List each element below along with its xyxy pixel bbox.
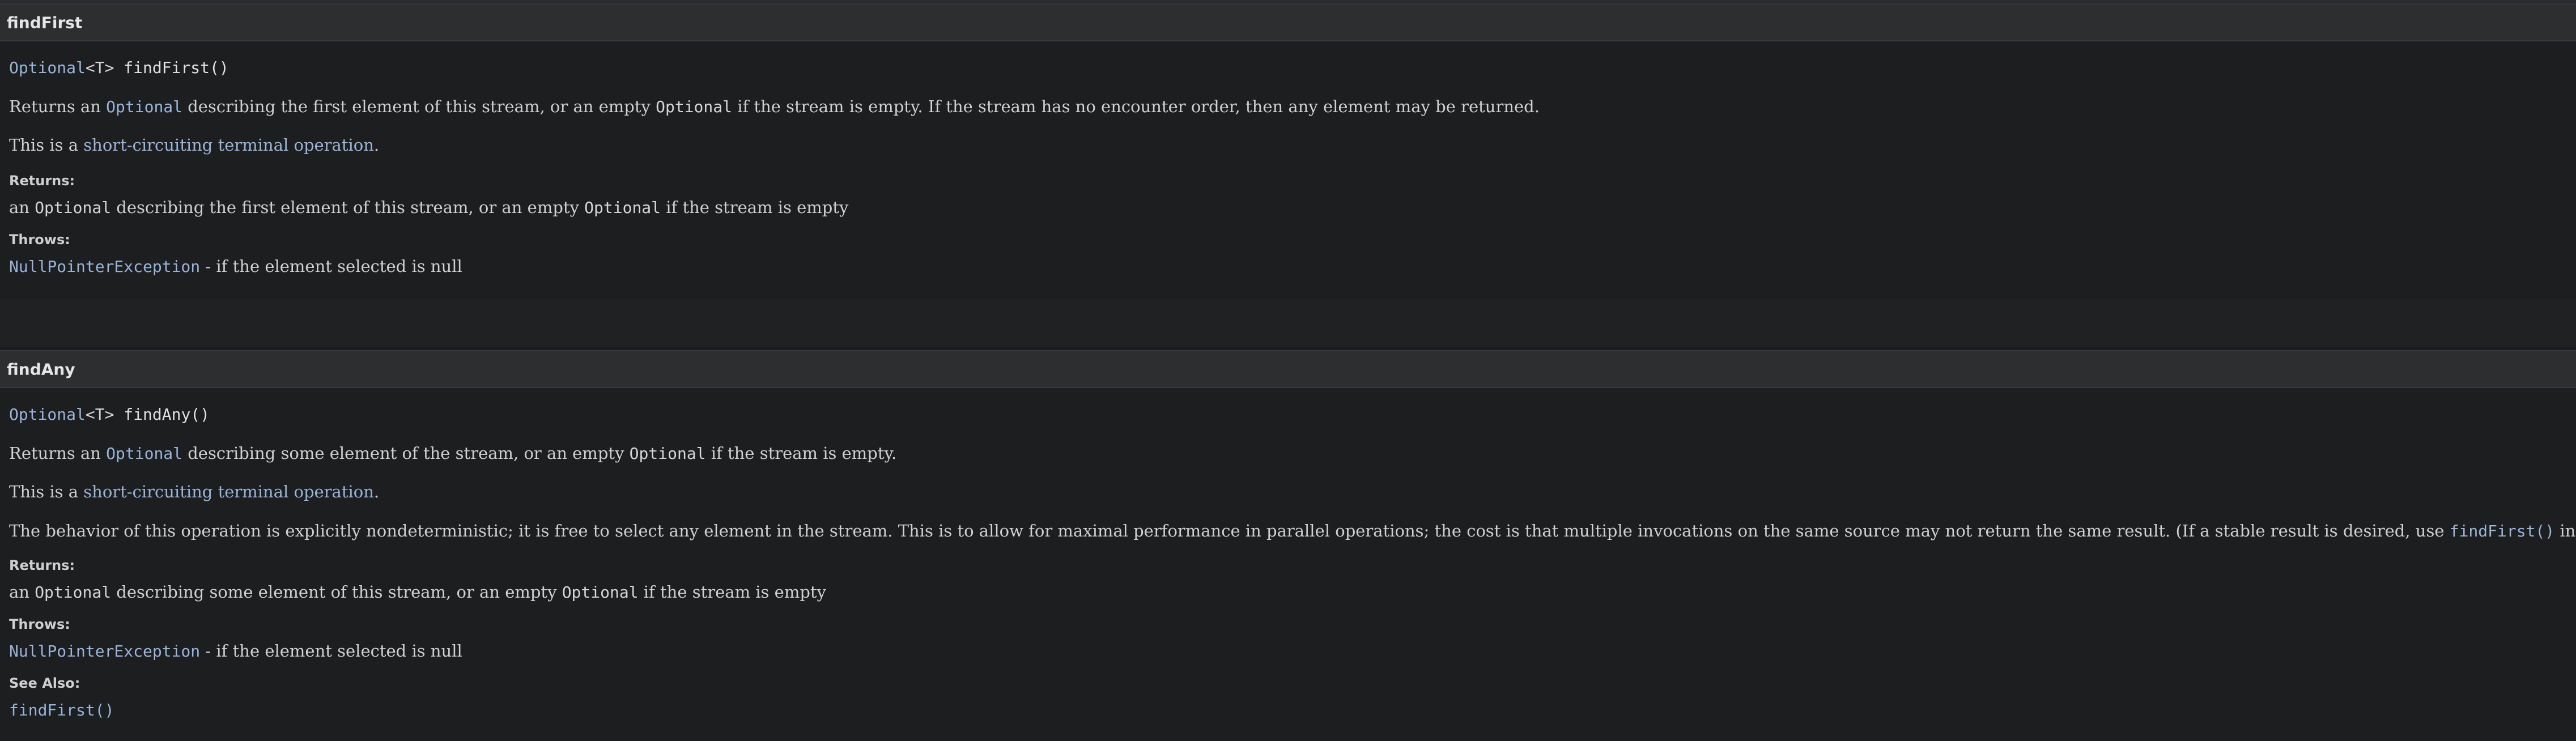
optional-code: Optional [629,444,706,463]
throws-text: - if the element selected is null [200,257,462,276]
returns-label: Returns: [9,557,75,573]
note-text: This is a [9,482,84,501]
throws-label: Throws: [9,616,70,632]
note-text: This is a [9,135,84,155]
throws-label: Throws: [9,232,70,248]
returns-text: an [9,582,35,602]
behavior-note: The behavior of this operation is explic… [9,519,2576,543]
nullpointerexception-link[interactable]: NullPointerException [9,642,200,661]
top-rule [0,0,2576,3]
see-also-findfirst-link[interactable]: findFirst() [9,701,114,719]
optional-code: Optional [35,198,112,217]
optional-type-link[interactable]: Optional [9,58,86,77]
type-parameter: <T> [85,405,114,424]
description-text: describing the first element of this str… [182,97,656,116]
method-signature: Optional<T> findFirst() [9,57,229,79]
section-gap [0,299,2576,347]
optional-code: Optional [584,198,661,217]
method-description: Returns an Optional describing some elem… [9,442,896,465]
see-also-links: findFirst() [9,699,114,722]
nullpointerexception-link[interactable]: NullPointerException [9,257,200,276]
method-signature: Optional<T> findAny() [9,403,210,426]
description-text: if the stream is empty. [705,444,897,463]
optional-link[interactable]: Optional [106,444,182,463]
optional-code: Optional [562,583,639,602]
description-text: describing some element of the stream, o… [182,444,630,463]
see-also-label: See Also: [9,675,80,691]
optional-code: Optional [656,97,732,116]
short-circuiting-terminal-operation-link[interactable]: short-circuiting terminal operation [83,482,374,501]
method-name: findAny() [114,405,210,424]
returns-text: describing some element of this stream, … [111,582,562,602]
description-text: Returns an [9,97,107,116]
description-text: Returns an [9,444,107,463]
returns-label: Returns: [9,173,75,189]
behavior-text: The behavior of this operation is explic… [9,521,2450,540]
type-parameter: <T> [85,58,114,77]
returns-description: an Optional describing some element of t… [9,581,826,604]
note-text: . [373,482,380,501]
section-header-findfirst: findFirst [0,3,2576,41]
description-text: if the stream is empty. If the stream ha… [732,97,1540,116]
returns-text: if the stream is empty [638,582,826,602]
operation-note: This is a short-circuiting terminal oper… [9,134,379,156]
method-title-findfirst: findFirst [7,13,83,32]
throws-description: NullPointerException - if the element se… [9,640,462,663]
section-header-findany: findAny [0,350,2576,388]
method-title-findany: findAny [7,360,75,378]
returns-text: an [9,198,35,217]
method-description: Returns an Optional describing the first… [9,95,1540,118]
note-text: . [373,135,380,155]
throws-description: NullPointerException - if the element se… [9,255,462,278]
optional-code: Optional [35,583,112,602]
javadoc-page: findFirst Optional<T> findFirst() Return… [0,0,2576,741]
section-body-findany: Optional<T> findAny() Returns an Optiona… [0,388,2576,741]
section-body-findfirst: Optional<T> findFirst() Returns an Optio… [0,41,2576,299]
optional-link[interactable]: Optional [106,97,182,116]
method-name: findFirst() [114,58,229,77]
throws-text: - if the element selected is null [200,641,462,661]
returns-description: an Optional describing the first element… [9,196,848,219]
returns-text: if the stream is empty [661,198,849,217]
short-circuiting-terminal-operation-link[interactable]: short-circuiting terminal operation [83,135,374,155]
optional-type-link[interactable]: Optional [9,405,86,424]
behavior-text: instead.) [2560,521,2576,540]
operation-note: This is a short-circuiting terminal oper… [9,480,379,503]
findfirst-link[interactable]: findFirst() [2450,522,2554,540]
returns-text: describing the first element of this str… [111,198,585,217]
